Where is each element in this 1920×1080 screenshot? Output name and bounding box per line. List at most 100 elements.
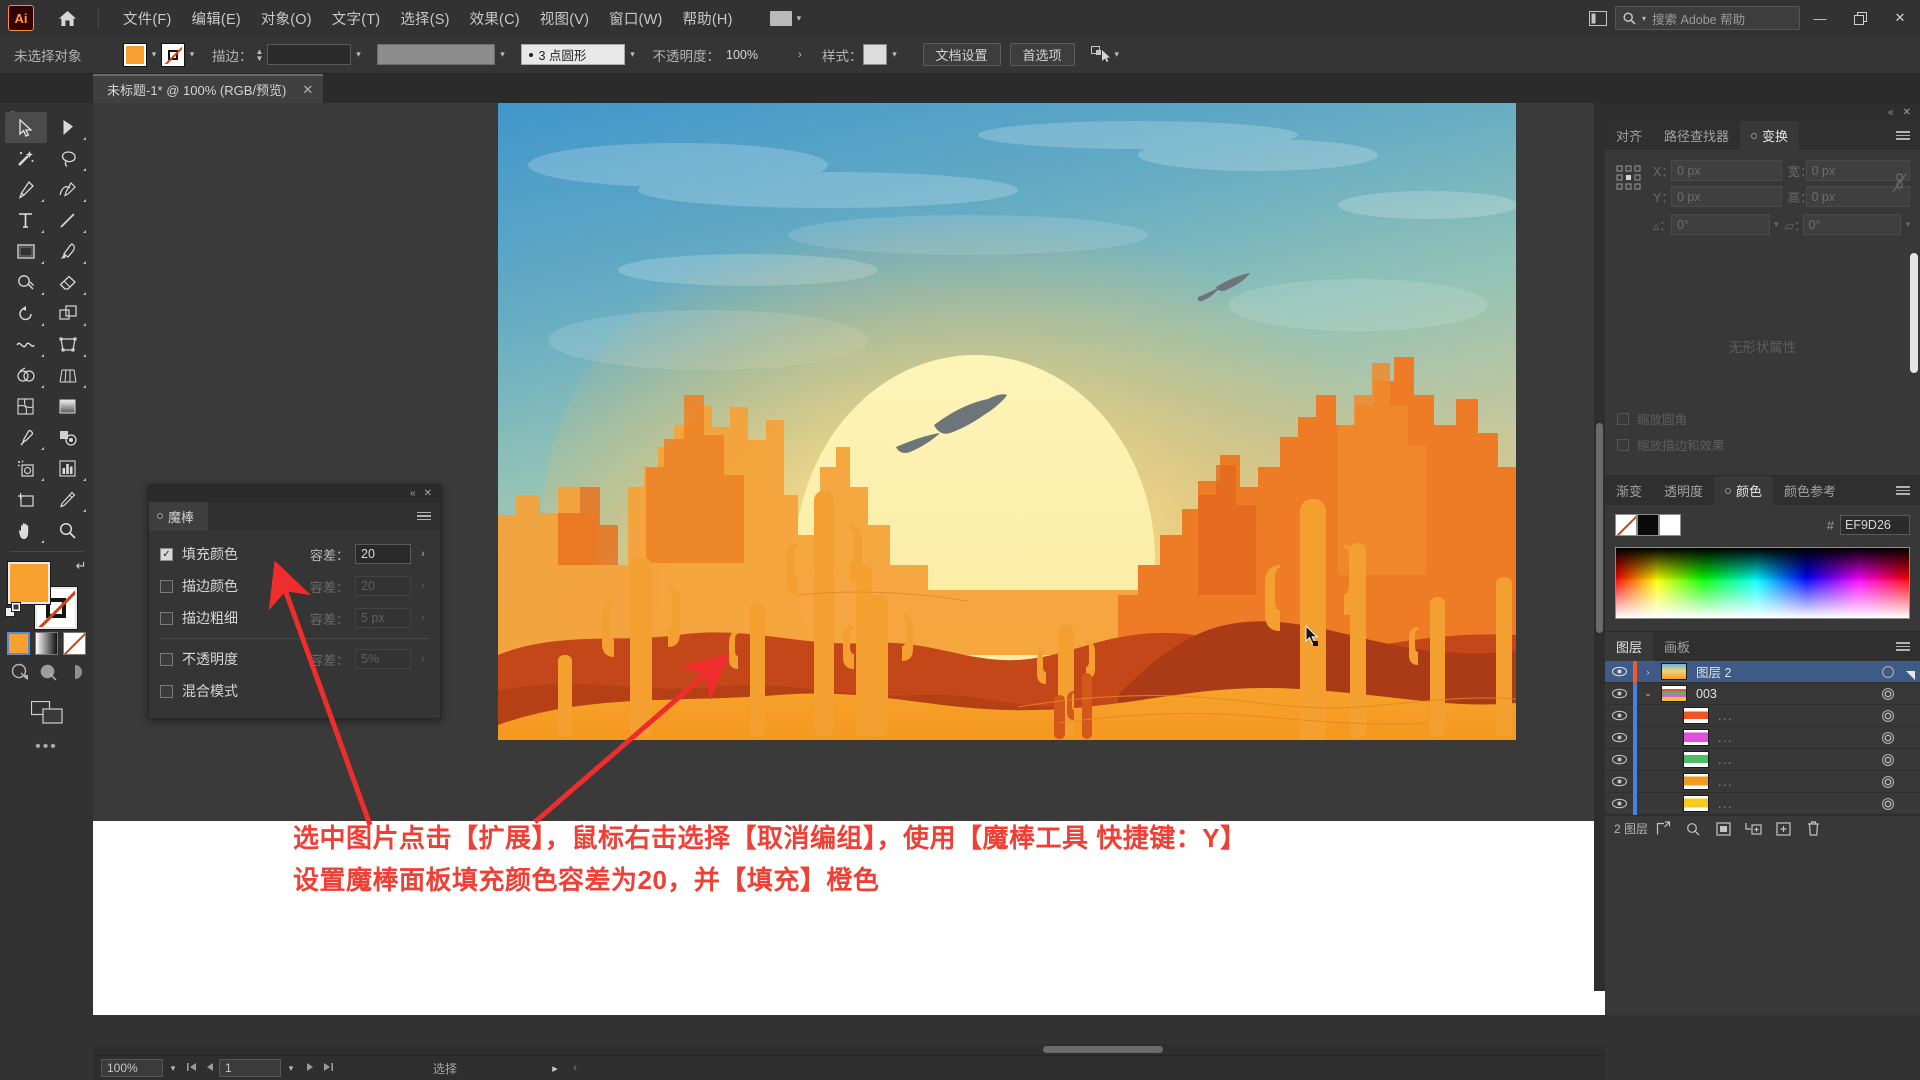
- y-input[interactable]: 0 px: [1671, 186, 1782, 207]
- menu-item-view[interactable]: 视图(V): [530, 3, 599, 34]
- curvature-tool[interactable]: [47, 174, 89, 205]
- blending-mode-checkbox[interactable]: [160, 684, 173, 698]
- locate-object-button[interactable]: [1648, 816, 1678, 842]
- table-row[interactable]: ...: [1605, 726, 1920, 749]
- target-indicator-icon[interactable]: [1882, 731, 1894, 744]
- select-similar-options[interactable]: ▾: [1090, 46, 1119, 63]
- delete-layer-button[interactable]: [1798, 816, 1828, 842]
- visibility-toggle-icon[interactable]: [1605, 666, 1633, 677]
- stroke-weight-tolerance-input[interactable]: 5 px: [355, 608, 411, 628]
- brush-definition-chevron-icon[interactable]: ▾: [625, 44, 641, 66]
- rectangle-tool[interactable]: [5, 236, 47, 267]
- blend-tool[interactable]: [47, 422, 89, 453]
- menu-item-effect[interactable]: 效果(C): [460, 3, 530, 34]
- stroke-tolerance-expand-icon[interactable]: ›: [417, 580, 429, 592]
- panel-collapse-icon[interactable]: «: [1888, 107, 1894, 118]
- visibility-toggle-icon[interactable]: [1605, 688, 1633, 699]
- constrain-proportions-toggle[interactable]: [1891, 172, 1908, 199]
- more-tools-button[interactable]: •••: [5, 738, 89, 756]
- panel-collapse-icon[interactable]: «: [410, 488, 416, 499]
- menu-item-window[interactable]: 窗口(W): [599, 3, 672, 34]
- menu-item-file[interactable]: 文件(F): [113, 3, 182, 34]
- maximize-button[interactable]: [1840, 0, 1880, 36]
- default-fill-stroke-icon[interactable]: [4, 602, 22, 624]
- chevron-down-icon[interactable]: ▾: [1774, 219, 1779, 230]
- slice-tool[interactable]: [47, 484, 89, 515]
- table-row[interactable]: ...: [1605, 792, 1920, 815]
- tab-magic-wand[interactable]: 魔棒: [149, 502, 209, 530]
- menu-item-help[interactable]: 帮助(H): [672, 3, 742, 34]
- table-row[interactable]: ...: [1605, 748, 1920, 771]
- layer-name[interactable]: ...: [1718, 775, 1733, 789]
- wand-row-fill-color[interactable]: ✓ 填充颜色 容差： 20 ›: [160, 538, 429, 570]
- black-swatch[interactable]: [1637, 514, 1659, 536]
- wand-row-stroke-color[interactable]: 描边颜色 容差： 20 ›: [160, 570, 429, 602]
- paintbrush-tool[interactable]: [47, 236, 89, 267]
- stroke-weight-chevron-icon[interactable]: ▾: [351, 44, 367, 66]
- fill-dropdown-chevron-icon[interactable]: ▾: [146, 44, 162, 66]
- white-swatch[interactable]: [1659, 514, 1681, 536]
- stroke-color-checkbox[interactable]: [160, 579, 173, 593]
- type-tool[interactable]: [5, 205, 47, 236]
- target-indicator-icon[interactable]: [1882, 797, 1894, 810]
- scale-tool[interactable]: [47, 298, 89, 329]
- tab-gradient[interactable]: 渐变: [1605, 476, 1653, 505]
- width-profile-chevron-icon[interactable]: ▾: [495, 44, 511, 66]
- magic-wand-panel-menu-button[interactable]: [417, 511, 431, 521]
- swap-fill-stroke-icon[interactable]: ↵: [76, 558, 87, 574]
- mesh-tool[interactable]: [5, 391, 47, 422]
- table-row[interactable]: › 图层 2: [1605, 660, 1920, 683]
- target-indicator-icon[interactable]: [1882, 775, 1894, 788]
- close-button[interactable]: ✕: [1880, 0, 1920, 36]
- artboard-tool[interactable]: [5, 484, 47, 515]
- fill-color-swatch[interactable]: [123, 42, 147, 67]
- scale-corners-checkbox[interactable]: [1617, 412, 1629, 425]
- search-layers-button[interactable]: [1678, 816, 1708, 842]
- transform-panel-menu-button[interactable]: [1896, 121, 1920, 150]
- next-artboard-button[interactable]: [301, 1062, 319, 1075]
- target-indicator-icon[interactable]: [1882, 687, 1894, 700]
- artboard-chevron-icon[interactable]: ▾: [281, 1063, 301, 1074]
- toolbar-fill-swatch[interactable]: [6, 561, 51, 605]
- visibility-toggle-icon[interactable]: [1605, 732, 1633, 743]
- perspective-grid-tool[interactable]: [47, 360, 89, 391]
- column-graph-tool[interactable]: [47, 453, 89, 484]
- stroke-tolerance-input[interactable]: 20: [355, 576, 411, 596]
- tab-color[interactable]: 颜色: [1714, 476, 1774, 505]
- magic-wand-panel[interactable]: « ✕ 魔棒 ✓ 填充颜色 容差： 20 › 描边颜色 容差： 20 › 描边粗…: [148, 484, 441, 719]
- gradient-fill-button[interactable]: [35, 632, 58, 655]
- rotate-input[interactable]: 0°: [1671, 214, 1770, 235]
- stroke-dropdown-chevron-icon[interactable]: ▾: [184, 44, 200, 66]
- transform-rotate-field[interactable]: ▵： 0° ▾: [1653, 214, 1779, 235]
- fill-color-checkbox[interactable]: ✓: [160, 547, 173, 561]
- pen-tool[interactable]: [5, 174, 47, 205]
- draw-behind-button[interactable]: [38, 662, 58, 687]
- canvas-vertical-scrollbar[interactable]: [1594, 103, 1605, 991]
- opacity-expand-icon[interactable]: ›: [417, 653, 429, 665]
- width-tool[interactable]: [5, 329, 47, 360]
- hand-tool[interactable]: [5, 515, 47, 546]
- none-swatch[interactable]: [1615, 514, 1637, 536]
- style-chevron-icon[interactable]: ▾: [887, 44, 903, 66]
- visibility-toggle-icon[interactable]: [1605, 710, 1633, 721]
- workspace-switcher[interactable]: ▾: [765, 8, 807, 29]
- scrollbar-thumb[interactable]: [1043, 1046, 1163, 1053]
- variable-width-profile-field[interactable]: [376, 44, 495, 65]
- menu-item-object[interactable]: 对象(O): [251, 3, 322, 34]
- document-setup-button[interactable]: 文档设置: [922, 43, 1001, 66]
- draw-normal-button[interactable]: [10, 662, 30, 687]
- free-transform-tool[interactable]: [47, 329, 89, 360]
- opacity-checkbox[interactable]: [160, 652, 173, 666]
- zoom-tool[interactable]: [47, 515, 89, 546]
- status-prev-icon[interactable]: ‹: [565, 1062, 585, 1074]
- opacity-input[interactable]: 100%: [720, 44, 792, 65]
- fill-tolerance-expand-icon[interactable]: ›: [417, 548, 429, 560]
- screen-mode-button[interactable]: [5, 701, 89, 724]
- scale-strokes-checkbox[interactable]: [1617, 438, 1629, 451]
- fill-tolerance-input[interactable]: 20: [355, 544, 411, 564]
- tab-transparency[interactable]: 透明度: [1653, 476, 1714, 505]
- document-tab[interactable]: 未标题-1* @ 100% (RGB/预览) ✕: [93, 74, 324, 103]
- panel-close-icon[interactable]: ✕: [1903, 107, 1911, 118]
- opacity-expand-icon[interactable]: ›: [792, 44, 808, 66]
- visibility-toggle-icon[interactable]: [1605, 798, 1633, 809]
